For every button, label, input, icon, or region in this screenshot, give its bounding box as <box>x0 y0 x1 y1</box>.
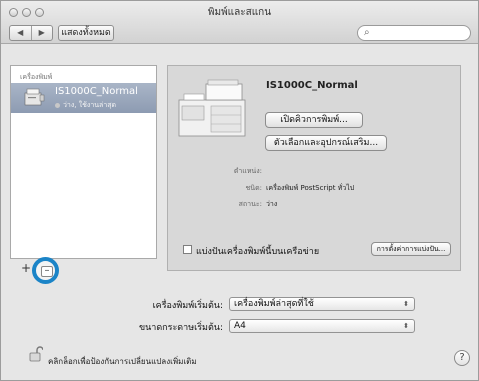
location-label: ตำแหน่ง: <box>233 167 262 175</box>
printer-name: IS1000C_Normal <box>55 86 138 97</box>
printer-list: เครื่องพิมพ์ IS1000C_Normal ว่าง, ใช้งาน… <box>10 65 157 259</box>
sharing-preferences-button[interactable]: การตั้งค่าการแบ่งปัน... <box>371 242 451 256</box>
large-printer-icon <box>178 79 246 137</box>
printer-status-text: ว่าง, ใช้งานล่าสุด <box>63 101 117 109</box>
search-input[interactable]: ⌕ <box>357 25 471 41</box>
printer-icon <box>24 88 45 106</box>
default-paper-label: ขนาดกระดาษเริ่มต้น: <box>138 323 223 333</box>
printer-status: ว่าง, ใช้งานล่าสุด <box>55 100 116 111</box>
window-title: พิมพ์และสแกน <box>207 7 272 18</box>
select-arrows-icon: ⬍ <box>403 300 409 308</box>
printer-list-item[interactable]: IS1000C_Normal ว่าง, ใช้งานล่าสุด <box>11 83 156 113</box>
default-paper-select[interactable]: A4 ⬍ <box>229 319 415 333</box>
kind-label: ชนิด: <box>245 184 262 192</box>
open-print-queue-button[interactable]: เปิดคิวการพิมพ์... <box>265 112 363 128</box>
remove-printer-button[interactable]: – <box>41 266 53 277</box>
options-supplies-button[interactable]: ตัวเลือกและอุปกรณ์เสริม... <box>265 135 387 151</box>
show-all-button[interactable]: แสดงทั้งหมด <box>58 25 114 41</box>
printer-detail-panel: IS1000C_Normal เปิดคิวการพิมพ์... ตัวเลื… <box>167 65 461 271</box>
select-arrows-icon: ⬍ <box>403 322 409 330</box>
highlight-ring: – <box>32 257 59 284</box>
default-printer-select[interactable]: เครื่องพิมพ์ล่าสุดที่ใช้ ⬍ <box>229 297 415 311</box>
titlebar: พิมพ์และสแกน ◀ ▶ แสดงทั้งหมด ⌕ <box>1 1 478 44</box>
detail-printer-name: IS1000C_Normal <box>266 80 358 91</box>
status-value: ว่าง <box>266 200 278 208</box>
share-printer-checkbox[interactable] <box>183 245 192 254</box>
help-button[interactable]: ? <box>454 350 470 366</box>
printers-header: เครื่องพิมพ์ <box>20 73 53 81</box>
kind-value: เครื่องพิมพ์ PostScript ทั่วไป <box>266 184 355 192</box>
back-arrow-icon[interactable]: ◀ <box>10 26 32 40</box>
status-label: สถานะ: <box>238 200 262 208</box>
lock-icon[interactable] <box>29 346 43 362</box>
share-printer-label: แบ่งปันเครื่องพิมพ์นี้บนเครือข่าย <box>196 247 320 257</box>
lock-message: คลิกล็อกเพื่อป้องกันการเปลี่ยนแปลงเพิ่มเ… <box>48 357 197 366</box>
back-forward-control: ◀ ▶ <box>9 25 53 41</box>
default-printer-value: เครื่องพิมพ์ล่าสุดที่ใช้ <box>234 299 314 309</box>
system-preferences-window: พิมพ์และสแกน ◀ ▶ แสดงทั้งหมด ⌕ เครื่องพิ… <box>0 0 479 381</box>
default-printer-label: เครื่องพิมพ์เริ่มต้น: <box>152 301 223 311</box>
forward-arrow-icon[interactable]: ▶ <box>32 26 53 40</box>
default-paper-value: A4 <box>234 321 246 331</box>
search-icon: ⌕ <box>364 27 370 38</box>
status-dot-icon <box>55 102 60 108</box>
